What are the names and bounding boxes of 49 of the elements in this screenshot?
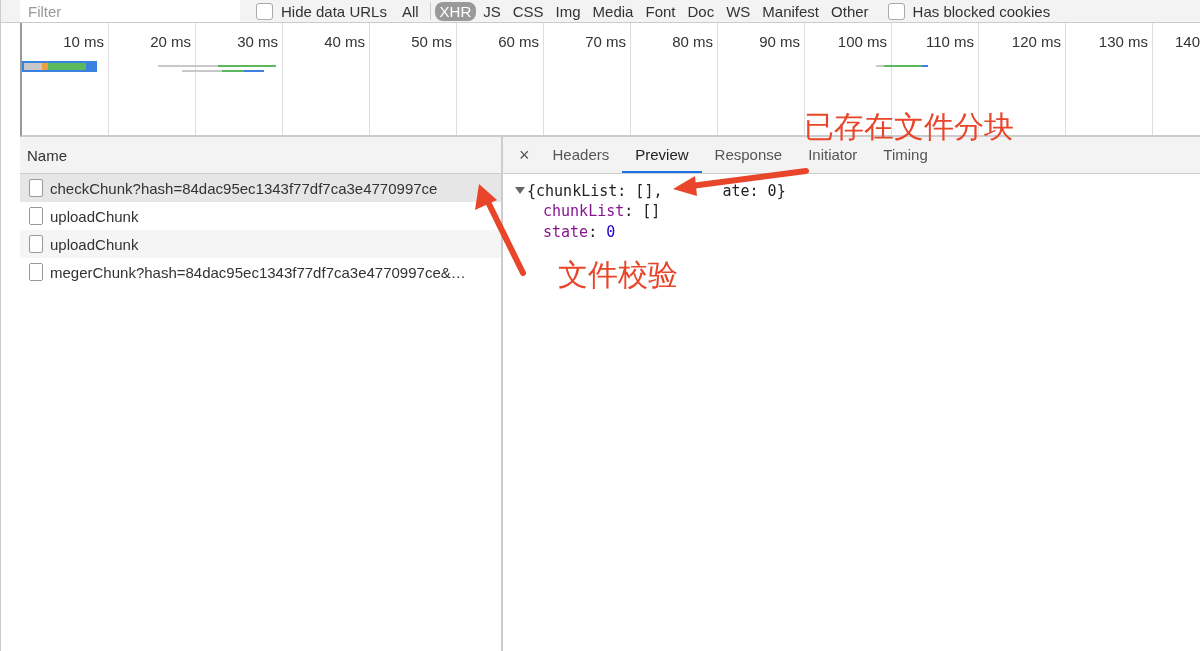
time-tick-label: 120 ms (1011, 33, 1061, 50)
time-tick-label: 80 ms (672, 33, 713, 50)
time-tick-label: 60 ms (498, 33, 539, 50)
request-row[interactable]: megerChunk?hash=84dac95ec1343f77df7ca3e4770997ce&… (20, 258, 501, 286)
type-filter-button[interactable]: Other (826, 1, 874, 21)
checkbox[interactable] (256, 2, 273, 20)
time-tick-label: 30 ms (237, 33, 278, 50)
time-tick-label: 10 ms (63, 33, 104, 50)
file-icon (29, 179, 43, 197)
object-summary: ate: 0} (722, 181, 786, 200)
column-header: Name (27, 146, 67, 164)
time-tick-label: 130 ms (1098, 33, 1148, 50)
expand-triangle-icon[interactable] (515, 187, 525, 194)
tab[interactable]: Response (701, 137, 796, 173)
time-tick-label: 40 ms (324, 33, 365, 50)
time-tick-label: 70 ms (585, 33, 626, 50)
annotation-text: 文件校验 (558, 256, 678, 294)
file-icon (29, 207, 43, 225)
object-summary: {chunkList: [], (527, 181, 663, 200)
type-filter-button[interactable]: WS (721, 1, 756, 21)
file-icon (29, 263, 43, 281)
checkbox[interactable] (887, 2, 905, 20)
time-tick-label: 110 ms (925, 33, 974, 50)
type-filter-button[interactable]: Doc (682, 1, 720, 21)
annotation-text: 已存在文件分块 (804, 108, 1014, 146)
checkbox-label: Has blocked cookies (912, 2, 1051, 20)
request-row[interactable]: uploadChunk (20, 230, 501, 258)
type-filter-button[interactable]: JS (478, 1, 506, 21)
type-filter-button[interactable]: Manifest (757, 1, 825, 21)
property-line: chunkList: [] (542, 201, 662, 222)
time-tick-label: 50 ms (411, 33, 452, 50)
time-tick-label: 140 (1175, 33, 1200, 50)
time-tick-label: 100 ms (837, 33, 887, 50)
request-row[interactable]: uploadChunk (20, 202, 501, 230)
close-button[interactable]: × (509, 137, 540, 173)
tab[interactable]: Preview (622, 137, 702, 173)
time-tick-label: 90 ms (759, 33, 800, 50)
type-filter-button[interactable]: CSS (507, 1, 549, 21)
checkbox-label: Hide data URLs (281, 2, 387, 20)
tab[interactable]: Headers (539, 137, 623, 173)
property-line: state: 0 (542, 222, 617, 243)
type-filter-button[interactable]: Img (550, 1, 586, 21)
type-filter-button[interactable]: Media (587, 1, 639, 21)
type-filter-button[interactable]: Font (640, 1, 681, 21)
filter-field[interactable]: Filter (20, 0, 240, 22)
type-filter-button[interactable]: All (396, 1, 424, 21)
time-tick-label: 20 ms (150, 33, 191, 50)
request-row[interactable]: checkChunk?hash=84dac95ec1343f77df7ca3e4770997ce (20, 174, 501, 202)
file-icon (29, 235, 43, 253)
